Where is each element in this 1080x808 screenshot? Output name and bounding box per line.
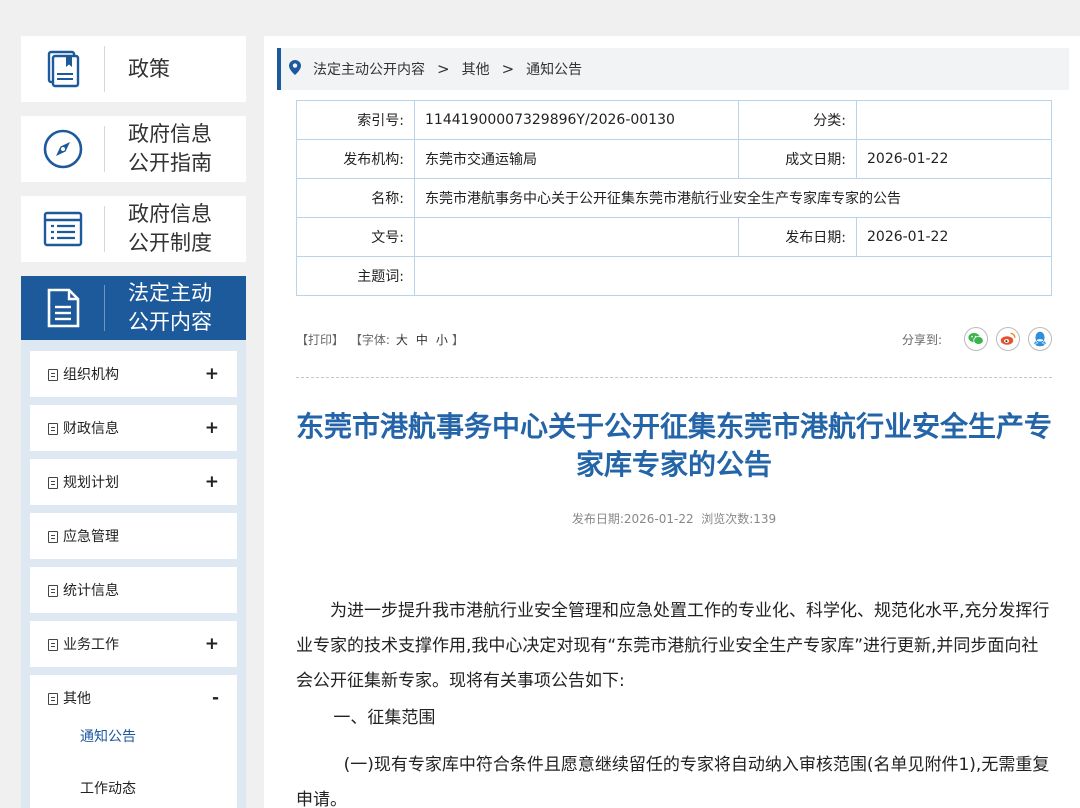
- font-size-suffix: 】: [451, 332, 464, 347]
- keywords-label: 主题词:: [296, 256, 415, 296]
- category-guide[interactable]: 政府信息 公开指南: [21, 116, 246, 182]
- created-date-value: 2026-01-22: [856, 139, 1052, 179]
- breadcrumb: 法定主动公开内容 > 其他 > 通知公告: [277, 48, 1069, 90]
- docno-value: [414, 217, 739, 257]
- sidebar-item-statistics[interactable]: 统计信息: [30, 567, 237, 613]
- created-date-label: 成文日期:: [738, 139, 857, 179]
- article-paragraph: 为进一步提升我市港航行业安全管理和应急处置工作的专业化、科学化、规范化水平,充分…: [296, 601, 1050, 691]
- weibo-share-icon[interactable]: [996, 327, 1020, 351]
- location-pin-icon: [289, 59, 301, 79]
- category-label: 分类:: [738, 100, 857, 140]
- table-row: 文号: 发布日期: 2026-01-22: [296, 217, 1052, 257]
- share-label: 分享到:: [901, 332, 942, 347]
- article-paragraph: (一)现有专家库中符合条件且愿意继续留任的专家将自动纳入审核范围(名单见附件1)…: [296, 755, 1050, 808]
- sidebar-item-finance[interactable]: 财政信息 +: [30, 405, 237, 451]
- category-statutory-disclosure[interactable]: 法定主动 公开内容: [21, 276, 246, 340]
- sidebar-item-organization[interactable]: 组织机构 +: [30, 351, 237, 397]
- sidebar-children: 通知公告 工作动态: [30, 721, 237, 808]
- wechat-share-icon[interactable]: [964, 327, 988, 351]
- article-toolbar: 【打印】 【字体: 大中小】 分享到:: [296, 326, 1052, 352]
- doc-icon: [48, 639, 58, 651]
- submenu: 组织机构 + 财政信息 + 规划计划 + 应急管理 统计信息 业务工作 + 其他 - 通知…: [21, 340, 246, 808]
- left-sidebar: 政策 政府信息 公开指南 政府信息 公开制度 法定主动 公开内容 组织机构 + 财…: [21, 36, 246, 808]
- breadcrumb-item[interactable]: 法定主动公开内容: [313, 59, 425, 79]
- sidebar-item-other[interactable]: 其他 -: [30, 675, 237, 721]
- name-label: 名称:: [296, 178, 415, 218]
- name-value: 东莞市港航事务中心关于公开征集东莞市港航行业安全生产专家库专家的公告: [414, 178, 1052, 218]
- article-section-heading: 一、征集范围: [333, 708, 436, 728]
- expand-icon[interactable]: +: [205, 634, 219, 654]
- collapse-icon[interactable]: -: [212, 688, 219, 708]
- sidebar-item-business[interactable]: 业务工作 +: [30, 621, 237, 667]
- font-small-button[interactable]: 小: [436, 333, 448, 347]
- doc-icon: [48, 693, 58, 705]
- published-date-label: 发布日期:: [738, 217, 857, 257]
- publisher-value: 东莞市交通运输局: [414, 139, 739, 179]
- sidebar-child-notices[interactable]: 通知公告: [80, 721, 237, 773]
- article-publish-info: 发布日期:2026-01-22 浏览次数:139: [571, 512, 777, 526]
- list-icon: [21, 206, 105, 252]
- published-date-value: 2026-01-22: [856, 217, 1052, 257]
- breadcrumb-item[interactable]: 通知公告: [526, 59, 582, 79]
- sidebar-item-emergency[interactable]: 应急管理: [30, 513, 237, 559]
- expand-icon[interactable]: +: [205, 472, 219, 492]
- article-title: 东莞市港航事务中心关于公开征集东莞市港航行业安全生产专家库专家的公告: [296, 410, 1053, 481]
- font-large-button[interactable]: 大: [396, 333, 408, 347]
- sidebar-child-news[interactable]: 工作动态: [80, 773, 237, 808]
- index-label: 索引号:: [296, 100, 415, 140]
- publisher-label: 发布机构:: [296, 139, 415, 179]
- category-title: 政府信息 公开制度: [128, 202, 212, 255]
- keywords-value: [414, 256, 1052, 296]
- expand-icon[interactable]: +: [205, 418, 219, 438]
- document-icon: [21, 285, 105, 331]
- breadcrumb-separator: >: [501, 60, 515, 78]
- table-row: 索引号: 11441900007329896Y/2026-00130 分类:: [296, 100, 1052, 140]
- share-bar: 分享到:: [902, 327, 1052, 351]
- breadcrumb-separator: >: [437, 60, 450, 78]
- qq-share-icon[interactable]: [1028, 327, 1052, 351]
- sidebar-item-planning[interactable]: 规划计划 +: [30, 459, 237, 505]
- main-content: 法定主动公开内容 > 其他 > 通知公告 索引号: 11441900007329…: [264, 36, 1080, 808]
- category-system[interactable]: 政府信息 公开制度: [21, 196, 246, 262]
- table-row: 名称: 东莞市港航事务中心关于公开征集东莞市港航行业安全生产专家库专家的公告: [296, 178, 1052, 218]
- print-button[interactable]: 【打印】: [296, 333, 344, 347]
- category-value: [856, 100, 1052, 140]
- category-title: 政府信息 公开指南: [128, 122, 212, 175]
- font-medium-button[interactable]: 中: [416, 333, 428, 347]
- toolbar-left: 【打印】 【字体: 大中小】: [296, 331, 466, 348]
- doc-icon: [48, 423, 58, 435]
- compass-icon: [21, 126, 105, 172]
- doc-icon: [48, 531, 58, 543]
- category-title: 政策: [128, 56, 170, 81]
- doc-icon: [48, 477, 58, 489]
- table-row: 发布机构: 东莞市交通运输局 成文日期: 2026-01-22: [296, 139, 1052, 179]
- category-title: 法定主动 公开内容: [128, 281, 212, 334]
- expand-icon[interactable]: +: [205, 364, 219, 384]
- index-value: 11441900007329896Y/2026-00130: [414, 100, 739, 140]
- table-row: 主题词:: [296, 256, 1052, 296]
- divider: [296, 377, 1052, 378]
- docno-label: 文号:: [296, 217, 415, 257]
- document-metadata-table: 索引号: 11441900007329896Y/2026-00130 分类: 发…: [296, 100, 1052, 296]
- doc-icon: [48, 585, 58, 597]
- breadcrumb-item[interactable]: 其他: [462, 59, 490, 79]
- doc-icon: [48, 369, 58, 381]
- category-policy[interactable]: 政策: [21, 36, 246, 102]
- font-size-prefix: 【字体:: [349, 332, 390, 347]
- book-icon: [21, 46, 105, 92]
- article-body: 为进一步提升我市港航行业安全管理和应急处置工作的专业化、科学化、规范化水平,充分…: [296, 594, 1052, 808]
